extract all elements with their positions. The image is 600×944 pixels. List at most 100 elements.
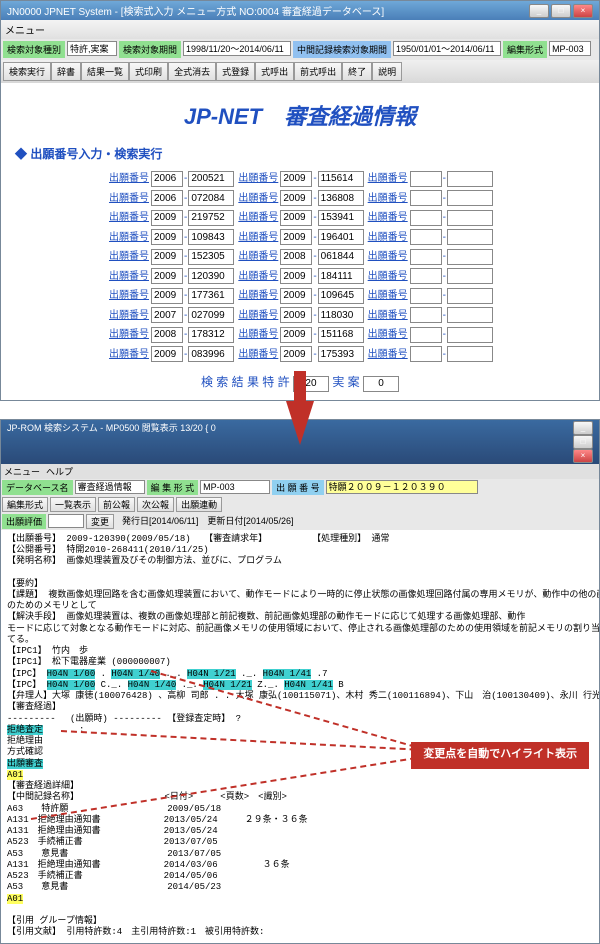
num-input[interactable] bbox=[188, 307, 234, 323]
num-input[interactable] bbox=[447, 229, 493, 245]
inp-app[interactable] bbox=[326, 480, 478, 494]
year-input[interactable] bbox=[151, 288, 183, 304]
year-input[interactable] bbox=[151, 249, 183, 265]
inp-db[interactable] bbox=[75, 480, 145, 494]
btn-次公報[interactable]: 次公報 bbox=[137, 497, 174, 512]
res-val2[interactable] bbox=[363, 376, 399, 392]
toolbar-btn-式呼出[interactable]: 式呼出 bbox=[255, 62, 294, 81]
lbl-type: 検索対象種別 bbox=[3, 41, 65, 58]
menu-main[interactable]: メニュー bbox=[5, 26, 45, 37]
year-input[interactable] bbox=[151, 190, 183, 206]
toolbar-btn-式登録[interactable]: 式登録 bbox=[216, 62, 255, 81]
num-input[interactable] bbox=[188, 210, 234, 226]
year-input[interactable] bbox=[280, 229, 312, 245]
year-input[interactable] bbox=[280, 171, 312, 187]
num-input[interactable] bbox=[188, 249, 234, 265]
btn-一覧表示[interactable]: 一覧表示 bbox=[50, 497, 96, 512]
doc-line: 【IPC】 H04N 1/00 . H04N 1/40 ._. H04N 1/2… bbox=[7, 669, 593, 680]
menu-2b[interactable]: ヘルプ bbox=[46, 465, 73, 478]
maximize-button[interactable]: □ bbox=[551, 4, 571, 18]
toolbar-btn-説明[interactable]: 説明 bbox=[372, 62, 402, 81]
doc-line-r: A53 意見書 2014/05/23 bbox=[7, 882, 593, 893]
toolbar-btn-終了[interactable]: 終了 bbox=[342, 62, 372, 81]
maximize-button-2[interactable]: □ bbox=[573, 435, 593, 449]
year-input[interactable] bbox=[410, 307, 442, 323]
field-label: 出願番号 bbox=[107, 329, 151, 340]
year-input[interactable] bbox=[410, 210, 442, 226]
inp-mid[interactable] bbox=[393, 41, 501, 56]
inp-fmt[interactable] bbox=[549, 41, 591, 56]
year-input[interactable] bbox=[151, 171, 183, 187]
btn-出願連動[interactable]: 出願連動 bbox=[176, 497, 222, 512]
inp-fmt2[interactable] bbox=[200, 480, 270, 494]
year-input[interactable] bbox=[410, 346, 442, 362]
num-input[interactable] bbox=[318, 288, 364, 304]
year-input[interactable] bbox=[410, 229, 442, 245]
num-input[interactable] bbox=[318, 229, 364, 245]
change-button[interactable]: 変更 bbox=[86, 514, 114, 529]
year-input[interactable] bbox=[280, 288, 312, 304]
year-input[interactable] bbox=[410, 249, 442, 265]
year-input[interactable] bbox=[280, 249, 312, 265]
num-input[interactable] bbox=[318, 210, 364, 226]
num-input[interactable] bbox=[188, 268, 234, 284]
close-button-2[interactable]: × bbox=[573, 449, 593, 463]
num-input[interactable] bbox=[447, 346, 493, 362]
num-input[interactable] bbox=[447, 268, 493, 284]
inp-type[interactable] bbox=[67, 41, 117, 56]
year-input[interactable] bbox=[280, 307, 312, 323]
num-input[interactable] bbox=[318, 327, 364, 343]
year-input[interactable] bbox=[280, 268, 312, 284]
num-input[interactable] bbox=[318, 346, 364, 362]
year-input[interactable] bbox=[280, 327, 312, 343]
num-input[interactable] bbox=[188, 327, 234, 343]
num-input[interactable] bbox=[188, 346, 234, 362]
year-input[interactable] bbox=[410, 268, 442, 284]
year-input[interactable] bbox=[410, 171, 442, 187]
year-input[interactable] bbox=[410, 288, 442, 304]
num-input[interactable] bbox=[447, 327, 493, 343]
toolbar-btn-辞書[interactable]: 辞書 bbox=[51, 62, 81, 81]
num-input[interactable] bbox=[188, 288, 234, 304]
num-input[interactable] bbox=[447, 288, 493, 304]
num-input[interactable] bbox=[188, 229, 234, 245]
minimize-button[interactable]: _ bbox=[529, 4, 549, 18]
year-input[interactable] bbox=[410, 327, 442, 343]
num-input[interactable] bbox=[318, 249, 364, 265]
num-input[interactable] bbox=[318, 171, 364, 187]
dates-text: 発行日[2014/06/11] 更新日付[2014/05/26] bbox=[122, 514, 293, 529]
field-label: 出願番号 bbox=[366, 349, 410, 360]
year-input[interactable] bbox=[151, 268, 183, 284]
minimize-button-2[interactable]: _ bbox=[573, 421, 593, 435]
num-input[interactable] bbox=[318, 190, 364, 206]
num-input[interactable] bbox=[447, 171, 493, 187]
menu-2a[interactable]: メニュー bbox=[4, 465, 40, 478]
year-input[interactable] bbox=[151, 346, 183, 362]
year-input[interactable] bbox=[151, 210, 183, 226]
num-input[interactable] bbox=[188, 190, 234, 206]
year-input[interactable] bbox=[410, 190, 442, 206]
year-input[interactable] bbox=[151, 229, 183, 245]
toolbar-btn-検索実行[interactable]: 検索実行 bbox=[3, 62, 51, 81]
year-input[interactable] bbox=[280, 190, 312, 206]
num-input[interactable] bbox=[447, 249, 493, 265]
inp-period[interactable] bbox=[183, 41, 291, 56]
num-input[interactable] bbox=[447, 190, 493, 206]
inp-eval[interactable] bbox=[48, 514, 84, 528]
toolbar-btn-式印刷[interactable]: 式印刷 bbox=[129, 62, 168, 81]
num-input[interactable] bbox=[318, 307, 364, 323]
toolbar-btn-全式消去[interactable]: 全式消去 bbox=[168, 62, 216, 81]
num-input[interactable] bbox=[188, 171, 234, 187]
close-button[interactable]: × bbox=[573, 4, 593, 18]
year-input[interactable] bbox=[151, 327, 183, 343]
btn-前公報[interactable]: 前公報 bbox=[98, 497, 135, 512]
toolbar-btn-結果一覧[interactable]: 結果一覧 bbox=[81, 62, 129, 81]
year-input[interactable] bbox=[280, 210, 312, 226]
year-input[interactable] bbox=[280, 346, 312, 362]
btn-編集形式[interactable]: 編集形式 bbox=[2, 497, 48, 512]
year-input[interactable] bbox=[151, 307, 183, 323]
num-input[interactable] bbox=[447, 210, 493, 226]
toolbar-btn-前式呼出[interactable]: 前式呼出 bbox=[294, 62, 342, 81]
num-input[interactable] bbox=[447, 307, 493, 323]
num-input[interactable] bbox=[318, 268, 364, 284]
